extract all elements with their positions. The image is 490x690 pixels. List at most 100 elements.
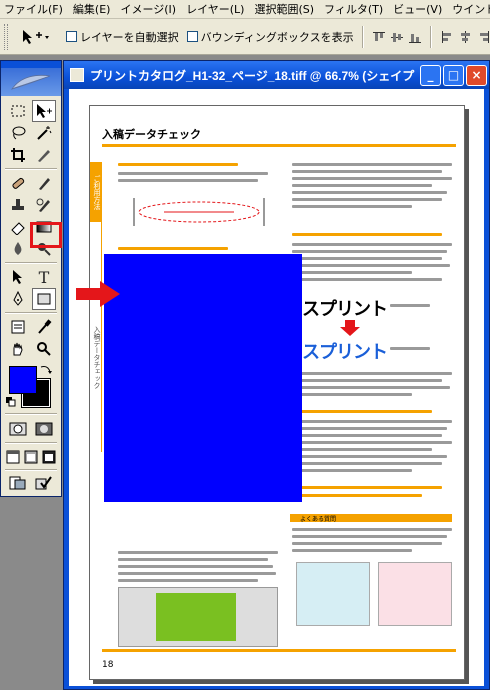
marquee-tool[interactable]	[6, 100, 30, 122]
magic-wand-icon	[37, 126, 52, 140]
quick-mask-icon	[35, 422, 53, 436]
document-canvas[interactable]: 入稿データチェック ご利用方法 入稿データチェック スプリント スプリント よく…	[69, 89, 484, 686]
text-line	[390, 304, 430, 307]
crop-tool[interactable]	[6, 144, 30, 166]
foreground-color-swatch[interactable]	[9, 366, 37, 394]
menu-image[interactable]: イメージ(I)	[116, 0, 182, 18]
text-line	[292, 542, 442, 545]
pen-tool[interactable]	[6, 288, 30, 310]
brush-tool[interactable]	[32, 172, 56, 194]
zoom-tool[interactable]	[32, 338, 56, 360]
crop-icon	[11, 148, 25, 162]
align-top-icon[interactable]	[372, 30, 386, 44]
text-line	[292, 250, 447, 253]
checkbox-box[interactable]	[66, 31, 77, 42]
move-tool-icon	[23, 29, 49, 44]
eyedropper-tool[interactable]	[32, 316, 56, 338]
text-line	[292, 379, 442, 382]
quick-mask-button[interactable]	[32, 418, 56, 440]
text-line	[292, 448, 432, 451]
move-tool[interactable]	[32, 100, 56, 122]
side-rule	[101, 162, 102, 452]
text-line	[292, 372, 452, 375]
align-left-icon[interactable]	[440, 30, 454, 44]
align-vcenter-icon[interactable]	[390, 30, 404, 44]
separator	[361, 25, 364, 48]
clone-stamp-tool[interactable]	[6, 194, 30, 216]
text-line	[292, 271, 412, 274]
text-line	[118, 179, 258, 182]
menu-select[interactable]: 選択範囲(S)	[250, 0, 320, 18]
text-line	[292, 427, 447, 430]
text-line	[292, 278, 442, 281]
menu-bar: ファイル(F) 編集(E) イメージ(I) レイヤー(L) 選択範囲(S) フィ…	[0, 0, 490, 19]
lasso-icon	[12, 126, 26, 140]
menu-layer[interactable]: レイヤー(L)	[182, 0, 250, 18]
toolbox: T	[0, 60, 62, 497]
heading-line	[292, 494, 422, 497]
menu-file[interactable]: ファイル(F)	[0, 0, 69, 18]
lasso-tool[interactable]	[6, 122, 30, 144]
show-bounding-box-checkbox[interactable]: バウンディングボックスを表示	[186, 29, 354, 45]
text-line	[292, 528, 452, 531]
auto-select-layer-checkbox[interactable]: レイヤーを自動選択	[66, 29, 179, 45]
rectangle-shape-tool[interactable]	[32, 288, 56, 310]
swap-colors-icon[interactable]	[39, 363, 53, 377]
text-line	[292, 163, 452, 166]
heading-line	[292, 233, 442, 236]
text-line	[292, 264, 450, 267]
bounding-box-label: バウンディングボックスを表示	[200, 30, 354, 44]
type-tool[interactable]: T	[32, 266, 56, 288]
close-button[interactable]: ×	[466, 64, 487, 86]
healing-brush-tool[interactable]	[6, 172, 30, 194]
eraser-tool[interactable]	[6, 216, 30, 238]
feather-logo[interactable]	[1, 68, 61, 96]
blur-tool[interactable]	[6, 238, 30, 260]
options-bar: レイヤーを自動選択 バウンディングボックスを表示	[0, 19, 490, 55]
menu-view[interactable]: ビュー(V)	[389, 0, 448, 18]
logo-text-before: スプリント	[302, 299, 388, 319]
water-drop-icon	[14, 242, 22, 255]
screen-mode-icon	[6, 450, 20, 464]
text-line	[292, 462, 442, 465]
checkbox-box[interactable]	[186, 31, 198, 42]
default-colors-icon[interactable]	[6, 397, 16, 407]
hand-tool[interactable]	[6, 338, 30, 360]
screen-mode-full[interactable]	[40, 446, 58, 468]
magic-wand-tool[interactable]	[32, 122, 56, 144]
align-right-icon[interactable]	[476, 30, 490, 44]
close-icon: ×	[471, 68, 482, 82]
standard-mode-button[interactable]	[6, 418, 30, 440]
checkmark-button[interactable]	[32, 472, 56, 494]
screen-mode-standard[interactable]	[4, 446, 22, 468]
text-line	[292, 434, 442, 437]
menu-filter[interactable]: フィルタ(T)	[320, 0, 389, 18]
document-title: プリントカタログ_H1-32_ページ_18.tiff @ 66.7% (シェイプ	[90, 68, 415, 83]
document-title-bar[interactable]: プリントカタログ_H1-32_ページ_18.tiff @ 66.7% (シェイプ…	[64, 61, 489, 89]
menu-window[interactable]: ウインドウ	[448, 0, 490, 18]
history-brush-tool[interactable]	[32, 194, 56, 216]
bandage-icon	[12, 177, 25, 189]
text-line	[292, 243, 452, 246]
slice-tool[interactable]	[32, 144, 56, 166]
blue-rectangle-shape[interactable]	[104, 254, 302, 502]
screen-mode-full-menu[interactable]	[22, 446, 40, 468]
minimize-button[interactable]: _	[420, 64, 441, 86]
sample-pink-box	[378, 562, 452, 626]
text-line	[292, 549, 412, 552]
path-selection-tool[interactable]	[6, 266, 30, 288]
text-line	[118, 551, 278, 554]
maximize-button[interactable]: □	[443, 64, 464, 86]
maximize-icon: □	[447, 68, 460, 82]
tool-preset-picker[interactable]	[14, 25, 58, 49]
notes-tool[interactable]	[6, 316, 30, 338]
toolbox-title-bar[interactable]	[1, 61, 61, 68]
options-grip[interactable]	[4, 23, 8, 50]
align-bottom-icon[interactable]	[408, 30, 422, 44]
separator	[5, 413, 57, 415]
menu-edit[interactable]: 編集(E)	[69, 0, 117, 18]
logo-text-after: スプリント	[302, 342, 388, 362]
sample-blue-box	[296, 562, 370, 626]
align-hcenter-icon[interactable]	[458, 30, 472, 44]
jump-to-imageready-button[interactable]	[6, 472, 30, 494]
